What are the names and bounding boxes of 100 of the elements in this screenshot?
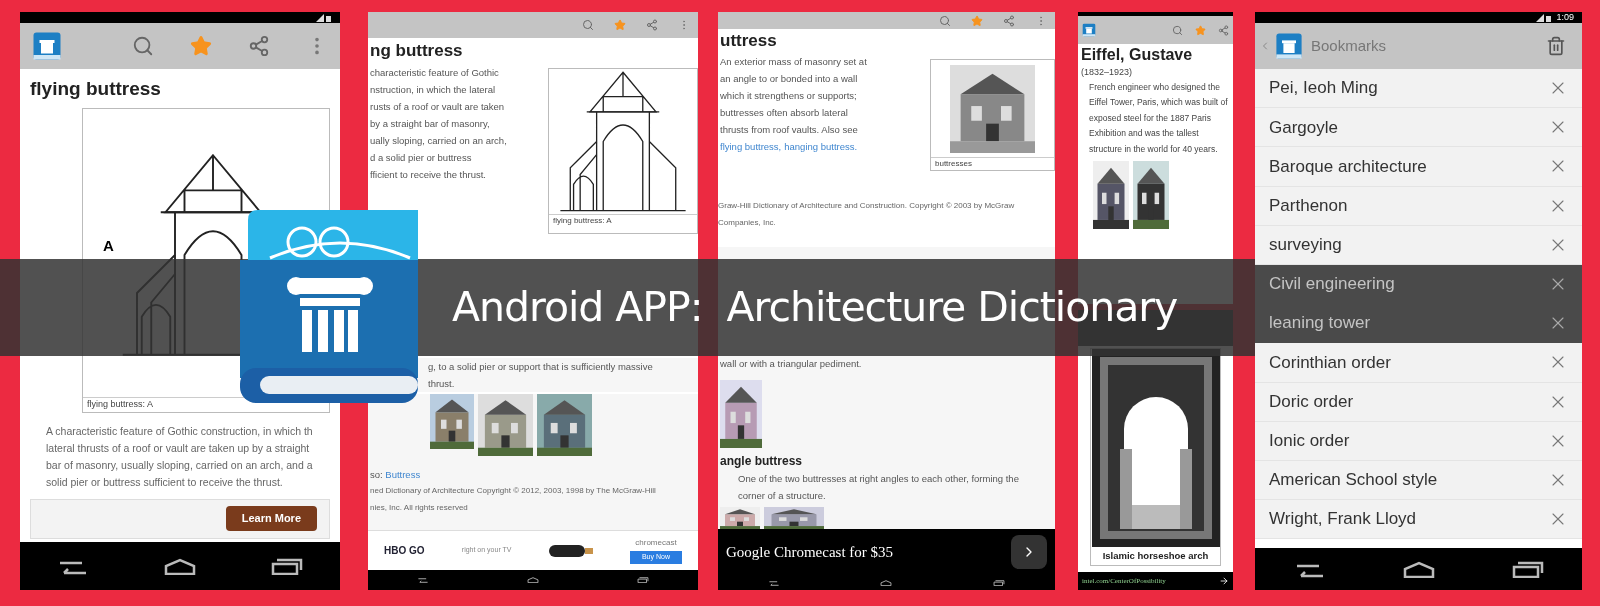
recent-apps-icon[interactable]	[992, 579, 1005, 586]
next-button[interactable]	[1011, 535, 1047, 570]
search-icon[interactable]	[582, 19, 594, 31]
app-icon	[32, 31, 62, 61]
ad-title: Google Chromecast for $35	[726, 543, 894, 563]
bookmark-title: leaning tower	[1269, 312, 1371, 335]
bookmark-title: surveying	[1269, 234, 1342, 257]
definition-line: ually sloping, carried on an arch,	[370, 134, 508, 148]
home-icon[interactable]	[880, 579, 893, 586]
figure-label: A	[103, 235, 114, 256]
bookmark-row[interactable]: American School style	[1255, 460, 1582, 501]
recent-apps-icon[interactable]	[637, 577, 649, 583]
copyright-line: Companies, Inc.	[718, 217, 777, 230]
share-icon[interactable]	[646, 19, 658, 31]
star-icon[interactable]	[614, 19, 626, 31]
bookmark-row[interactable]: Parthenon	[1255, 186, 1582, 226]
bookmark-row[interactable]: Baroque architecture	[1255, 147, 1582, 187]
signal-icon	[316, 13, 332, 22]
entry-title: flying buttress	[30, 77, 162, 101]
home-icon[interactable]	[163, 557, 197, 575]
definition-line: An exterior mass of masonry set at	[720, 55, 868, 70]
definition-line: wall or with a triangular pediment.	[720, 357, 863, 372]
search-icon[interactable]	[1172, 24, 1183, 36]
bookmark-title: American School style	[1269, 469, 1438, 492]
figure-caption: flying buttress: A	[549, 214, 697, 227]
home-icon[interactable]	[527, 577, 539, 583]
entry-link[interactable]: flying buttress,	[720, 138, 782, 156]
bookmark-title: Civil engineering	[1269, 273, 1395, 296]
bookmark-title: Ionic order	[1269, 430, 1350, 453]
bookmark-row[interactable]: Corinthian order	[1255, 343, 1582, 383]
entry-title: Eiffel, Gustave	[1081, 45, 1194, 65]
bookmark-title: Baroque architecture	[1269, 155, 1427, 178]
signal-icon	[1536, 13, 1553, 22]
buttress-link[interactable]: Buttress	[385, 469, 421, 480]
copyright-line: Graw-Hill Dictionary of Architecture and Construction. Copyright © 2003 by McGraw	[718, 200, 1016, 213]
search-icon[interactable]	[939, 14, 951, 27]
ad-product: chromecast	[635, 537, 677, 550]
app-icon	[1275, 32, 1303, 60]
back-icon[interactable]	[768, 579, 781, 586]
star-icon[interactable]	[190, 35, 212, 57]
dates-text: (1832–1923)	[1081, 66, 1134, 79]
entry-link[interactable]: hanging buttress.	[784, 138, 858, 156]
share-icon[interactable]	[248, 35, 270, 57]
share-icon[interactable]	[1218, 24, 1229, 36]
bookmark-title: Gargoyle	[1269, 116, 1338, 139]
banner-title: Android APP: Architecture Dictionary	[452, 281, 1178, 333]
bookmark-title: Pei, Ieoh Ming	[1269, 77, 1378, 100]
recent-apps-icon[interactable]	[269, 557, 304, 575]
learn-more-button[interactable]: Learn More	[225, 506, 317, 531]
home-icon[interactable]	[1401, 560, 1436, 578]
definition-line: A characteristic feature of Gothic construction, in which th	[46, 423, 314, 439]
definition-line: by a straight bar of masonry,	[370, 117, 491, 131]
delete-icon[interactable]	[1546, 36, 1566, 56]
definition-line: buttresses often absorb lateral	[720, 106, 849, 121]
definition-line: thrust.	[428, 377, 456, 391]
entry-title: uttress	[720, 30, 778, 53]
definition-line: an angle to or bonded into a wall	[720, 72, 859, 87]
star-icon[interactable]	[1195, 24, 1206, 36]
ad-brand: HBO GO	[384, 544, 425, 558]
definition-line: fficient to receive the thrust.	[370, 168, 487, 182]
bookmark-row[interactable]: Gargoyle	[1255, 108, 1582, 148]
arrow-right-icon[interactable]	[1219, 576, 1229, 586]
copyright-line: nies, Inc. All rights reserved	[370, 502, 469, 515]
app-icon	[1082, 23, 1096, 37]
star-icon[interactable]	[971, 14, 983, 27]
streaming-stick-icon	[548, 543, 593, 558]
bookmark-title: Parthenon	[1269, 194, 1348, 217]
back-icon[interactable]	[417, 577, 429, 583]
definition-line: thrusts from roof vaults. Also see	[720, 123, 859, 138]
definition-line: d a solid pier or buttress	[370, 151, 473, 165]
figure-caption: Islamic horseshoe arch	[1102, 549, 1209, 563]
entry-title: angle buttress	[720, 453, 804, 471]
definition-line: lateral thrusts of a roof or vault are taken up by a straight	[46, 440, 311, 456]
bookmark-title: Corinthian order	[1269, 351, 1391, 374]
definition-line: characteristic feature of Gothic	[370, 66, 500, 80]
definition-line: bar of masonry, usually sloping, carried on an arch, and a	[46, 457, 314, 473]
bookmark-row[interactable]: surveying	[1255, 225, 1582, 265]
definition-line: solid pier or buttress sufficient to receive the thrust.	[46, 474, 284, 490]
bookmark-title: Doric order	[1269, 390, 1354, 413]
bookmark-row[interactable]: leaning tower	[1255, 304, 1582, 344]
recent-apps-icon[interactable]	[1510, 560, 1545, 578]
search-icon[interactable]	[132, 35, 154, 57]
definition-text: French engineer who designed the Eiffel Tower, Paris, which was built of exposed steel for the 1887 Paris Exhibition and was the tallest structure in the world for 40 years.	[1088, 80, 1229, 156]
bookmark-row[interactable]: Wright, Frank Lloyd	[1255, 500, 1582, 540]
see-also-text: so: Buttress	[370, 468, 422, 482]
bookmark-row[interactable]: Doric order	[1255, 382, 1582, 422]
bookmark-title: Wright, Frank Lloyd	[1269, 508, 1417, 531]
share-icon[interactable]	[1003, 14, 1015, 27]
definition-line: rusts of a roof or vault are taken	[370, 100, 506, 114]
bookmark-row[interactable]: Civil engineering	[1255, 264, 1582, 305]
figure-caption: buttresses	[931, 157, 1054, 171]
screen-title: Bookmarks	[1311, 35, 1388, 56]
bookmark-row[interactable]: Ionic order	[1255, 421, 1582, 461]
clock-text: 1:09	[1556, 13, 1574, 22]
bookmark-row[interactable]: Pei, Ieoh Ming	[1255, 69, 1582, 109]
entry-title: ng buttress	[370, 40, 464, 62]
definition-text: One of the two buttresses at right angles to each other, forming the corner of a structure.	[737, 472, 1020, 504]
definition-line: g, to a solid pier or support that is sufficiently massive	[428, 360, 654, 374]
copyright-line: ned Dictionary of Architecture Copyright © 2012, 2003, 1998 by The McGraw-Hill	[370, 485, 657, 498]
definition-line: which it strengthens or supports;	[720, 89, 858, 104]
